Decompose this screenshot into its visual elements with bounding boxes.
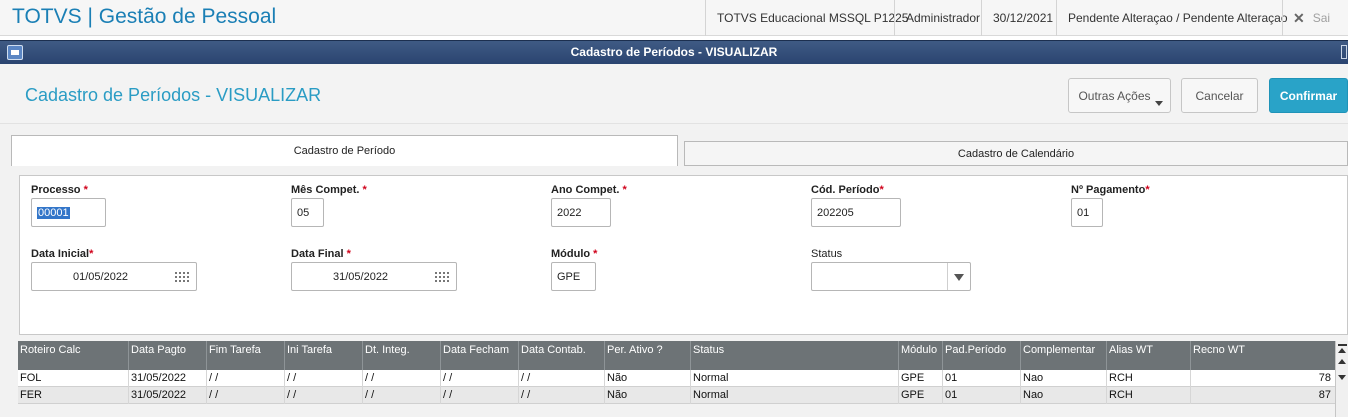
table-cell: 78 [1190,370,1335,387]
data-final-field[interactable]: 31/05/2022 [291,262,457,291]
column-header[interactable]: Complementar [1020,341,1106,370]
table-cell: RCH [1106,387,1190,404]
table-cell: Nao [1020,370,1106,387]
status-select[interactable] [811,262,971,291]
date-label[interactable]: 30/12/2021 [981,0,1064,36]
calendar-icon[interactable] [175,272,189,282]
exit-button[interactable]: ✕ Sai [1282,0,1348,36]
modulo-label: Módulo * [551,248,598,260]
table-cell: GPE [898,370,942,387]
table-cell: FOL [20,372,42,384]
close-icon: ✕ [1293,9,1305,26]
table-cell: / / [518,387,604,404]
column-header[interactable]: Data Fecham [440,341,518,370]
tab-cadastro-calendario[interactable]: Cadastro de Calendário [684,141,1348,166]
table-cell: / / [206,387,284,404]
exit-label: Sai [1312,11,1331,25]
cod-periodo-field[interactable]: 202205 [811,198,901,227]
more-actions-label: Outras Ações [1078,88,1151,103]
table-cell: / / [440,387,518,404]
data-final-value: 31/05/2022 [333,270,389,283]
table-cell: / / [206,370,284,387]
data-inicial-label: Data Inicial* [31,248,94,260]
table-row[interactable]: FOL 31/05/2022 / / / / / / / / / / Não N… [18,370,1335,387]
column-header[interactable]: Fim Tarefa [206,341,284,370]
table-cell: Normal [690,370,898,387]
table-cell: Normal [690,387,898,404]
page-header: Cadastro de Períodos - VISUALIZAR Outras… [0,64,1348,124]
scroll-down-icon[interactable] [1338,374,1347,383]
column-header[interactable]: Pad.Período [942,341,1020,370]
processo-label: Processo * [31,184,88,196]
calendar-icon[interactable] [435,272,449,282]
column-header[interactable]: Módulo [898,341,942,370]
grid-scrollbar[interactable] [1335,341,1348,417]
more-actions-button[interactable]: Outras Ações [1068,78,1171,113]
environment-label[interactable]: TOTVS Educacional MSSQL P1225 [705,0,919,36]
ano-compet-field[interactable]: 2022 [551,198,611,227]
scroll-up-icon[interactable] [1338,358,1347,367]
user-label[interactable]: Administrador [894,0,991,36]
table-cell: 01 [942,370,1020,387]
table-cell: / / [440,370,518,387]
table-cell: 01 [942,387,1020,404]
scroll-top-icon[interactable] [1338,344,1347,353]
top-bar: TOTVS | Gestão de Pessoal TOTVS Educacio… [0,0,1348,36]
column-header[interactable]: Data Pagto [128,341,206,370]
table-cell: 31/05/2022 [128,370,206,387]
column-header[interactable]: Roteiro Calc [18,341,128,370]
form-panel: Processo * 00001 Mês Compet. * 05 Ano Co… [19,175,1348,335]
table-cell: GPE [898,387,942,404]
window-control[interactable] [1341,45,1347,59]
table-cell: / / [362,387,440,404]
tab-label: Cadastro de Período [293,145,396,157]
cod-periodo-label: Cód. Período* [811,184,884,196]
data-final-label: Data Final * [291,248,351,260]
mes-compet-field[interactable]: 05 [291,198,324,227]
chevron-down-icon [1155,101,1163,106]
table-cell: 87 [1190,387,1335,404]
table-cell: RCH [1106,370,1190,387]
page-body: Cadastro de Períodos - VISUALIZAR Outras… [0,64,1348,417]
table-cell: 31/05/2022 [128,387,206,404]
table-cell: Nao [1020,387,1106,404]
confirm-button[interactable]: Confirmar [1269,78,1348,113]
table-cell: Não [604,370,690,387]
table-cell: FER [20,389,42,401]
column-header[interactable]: Recno WT [1190,341,1335,370]
page-title: Cadastro de Períodos - VISUALIZAR [25,85,322,105]
data-inicial-value: 01/05/2022 [73,270,129,283]
tab-label: Cadastro de Calendário [957,147,1075,160]
table-cell: / / [284,387,362,404]
data-inicial-field[interactable]: 01/05/2022 [31,262,197,291]
grid-header: Roteiro Calc Data Pagto Fim Tarefa Ini T… [18,341,1335,370]
table-cell: / / [518,370,604,387]
tab-cadastro-periodo[interactable]: Cadastro de Período [11,135,678,166]
cancel-button[interactable]: Cancelar [1181,78,1258,113]
table-cell: Não [604,387,690,404]
pending-status-label[interactable]: Pendente Alteraçao / Pendente Alteraçao [1056,0,1299,36]
num-pagamento-field[interactable]: 01 [1071,198,1103,227]
window-title-bar: Cadastro de Períodos - VISUALIZAR [0,40,1348,64]
column-header[interactable]: Ini Tarefa [284,341,362,370]
window-title: Cadastro de Períodos - VISUALIZAR [570,45,778,59]
processo-field[interactable]: 00001 [31,198,106,227]
num-pagamento-label: Nº Pagamento* [1071,184,1150,196]
column-header[interactable]: Per. Ativo ? [604,341,690,370]
table-row[interactable]: FER 31/05/2022 / / / / / / / / / / Não N… [18,387,1335,404]
status-label: Status [811,248,843,260]
chevron-down-icon [954,274,964,281]
app-title: TOTVS | Gestão de Pessoal [12,5,277,28]
processo-value: 00001 [37,206,70,219]
column-header[interactable]: Data Contab. [518,341,604,370]
table-cell: / / [362,370,440,387]
mes-compet-label: Mês Compet. * [291,184,367,196]
ano-compet-label: Ano Compet. * [551,184,627,196]
modulo-field[interactable]: GPE [551,262,596,291]
table-cell: / / [284,370,362,387]
column-header[interactable]: Status [690,341,898,370]
column-header[interactable]: Alias WT [1106,341,1190,370]
column-header[interactable]: Dt. Integ. [362,341,440,370]
